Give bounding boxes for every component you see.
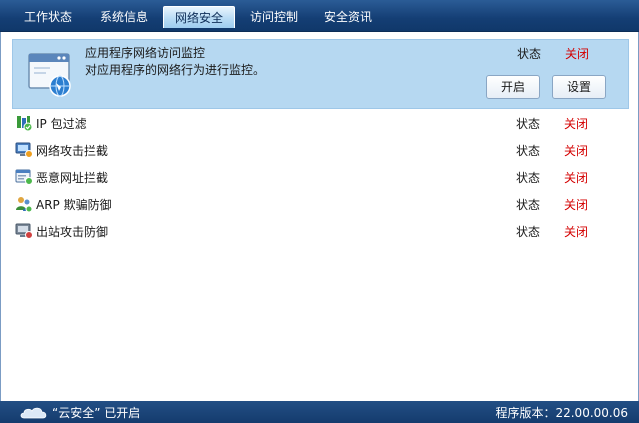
cloud-security-status: “云安全” 已开启 [52, 406, 141, 420]
app-window-globe-icon [28, 53, 71, 97]
tab-system-info[interactable]: 系统信息 [88, 6, 160, 28]
feature-status-label: 状态 [516, 171, 541, 185]
feature-row-network-attack-block[interactable]: 网络攻击拦截 状态 关闭 [12, 138, 629, 162]
tab-bar: 工作状态 系统信息 网络安全 访问控制 安全资讯 [0, 0, 639, 32]
tab-security-news[interactable]: 安全资讯 [312, 6, 384, 28]
tab-work-status[interactable]: 工作状态 [12, 6, 84, 28]
feature-status-label: 状态 [516, 144, 541, 158]
featured-item-app-network-monitor: 应用程序网络访问监控 对应用程序的网络行为进行监控。 状态 关闭 开启 设置 [12, 39, 629, 109]
feature-status-value: 关闭 [564, 117, 589, 131]
feature-label: ARP 欺骗防御 [36, 198, 112, 212]
featured-status-label: 状态 [517, 47, 542, 61]
feature-status-value: 关闭 [564, 225, 589, 239]
feature-status-label: 状态 [516, 117, 541, 131]
feature-label: 网络攻击拦截 [36, 144, 109, 158]
outbound-attack-defense-icon [15, 223, 33, 239]
feature-label: 出站攻击防御 [36, 225, 109, 239]
feature-status-value: 关闭 [564, 144, 589, 158]
featured-title: 应用程序网络访问监控 [85, 46, 206, 60]
feature-status-label: 状态 [516, 198, 541, 212]
feature-status-value: 关闭 [564, 198, 589, 212]
feature-label: IP 包过滤 [36, 117, 87, 131]
feature-row-ip-filter[interactable]: IP 包过滤 状态 关闭 [12, 111, 629, 135]
tab-access-control[interactable]: 访问控制 [238, 6, 310, 28]
network-attack-block-icon [15, 142, 33, 158]
cloud-icon [20, 407, 47, 419]
featured-description: 对应用程序的网络行为进行监控。 [85, 63, 266, 77]
ip-filter-icon [17, 116, 33, 132]
feature-row-arp-defense[interactable]: ARP 欺骗防御 状态 关闭 [12, 192, 629, 216]
feature-label: 恶意网址拦截 [36, 171, 109, 185]
feature-row-outbound-attack-defense[interactable]: 出站攻击防御 状态 关闭 [12, 219, 629, 243]
feature-status-label: 状态 [516, 225, 541, 239]
malicious-url-block-icon [15, 169, 33, 185]
settings-button[interactable]: 设置 [552, 75, 606, 99]
open-button[interactable]: 开启 [486, 75, 540, 99]
tab-network-security[interactable]: 网络安全 [163, 6, 235, 28]
status-bar: “云安全” 已开启 程序版本：22.00.00.06 [0, 401, 639, 423]
feature-row-malicious-url-block[interactable]: 恶意网址拦截 状态 关闭 [12, 165, 629, 189]
featured-status-value: 关闭 [565, 47, 590, 61]
main-panel: 应用程序网络访问监控 对应用程序的网络行为进行监控。 状态 关闭 开启 设置 I… [0, 32, 639, 401]
program-version: 程序版本：22.00.00.06 [495, 406, 628, 420]
arp-defense-icon [16, 197, 33, 213]
feature-status-value: 关闭 [564, 171, 589, 185]
